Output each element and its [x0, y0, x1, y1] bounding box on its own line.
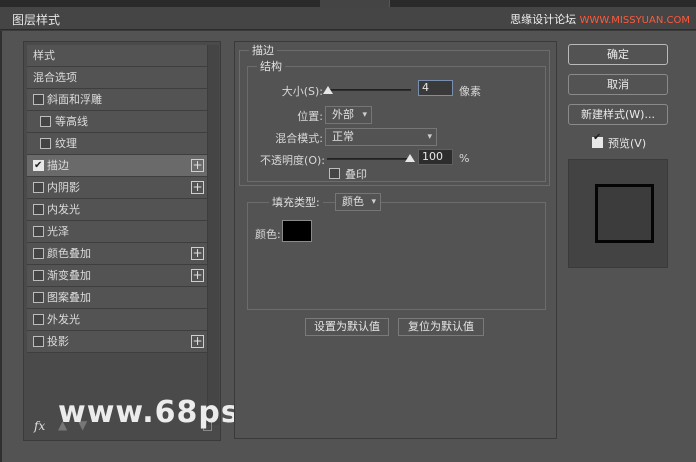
new-style-button[interactable]: 新建样式(W)... — [568, 104, 668, 125]
style-item-checkbox[interactable] — [33, 182, 44, 193]
opacity-label: 不透明度(O): — [260, 154, 325, 167]
stroke-section-title: 描边 — [249, 42, 277, 58]
opacity-slider-thumb[interactable] — [405, 154, 415, 162]
style-item-label: 样式 — [33, 49, 55, 62]
add-effect-icon[interactable]: + — [191, 159, 204, 172]
style-item-checkbox[interactable] — [33, 314, 44, 325]
style-item-label: 斜面和浮雕 — [47, 93, 102, 106]
stroke-color-swatch[interactable] — [282, 220, 312, 242]
style-item[interactable]: 渐变叠加 + — [27, 265, 207, 287]
fill-type-label: 填充类型: — [269, 194, 323, 210]
title-bar: 图层样式 思缘设计论坛 WWW.MISSYUAN.COM — [0, 7, 696, 30]
add-effect-icon[interactable]: + — [191, 247, 204, 260]
style-item-checkbox[interactable] — [33, 155, 44, 176]
blend-mode-value: 正常 — [332, 130, 354, 143]
style-item-checkbox[interactable] — [40, 138, 51, 149]
top-strip — [0, 0, 696, 7]
reset-default-button[interactable]: 复位为默认值 — [398, 318, 484, 336]
style-item[interactable]: 外发光 — [27, 309, 207, 331]
structure-title: 结构 — [257, 58, 285, 74]
watermark-en: WWW.MISSYUAN.COM — [579, 15, 690, 26]
layer-style-dialog: 样式混合选项斜面和浮雕等高线纹理描边+内阴影+内发光光泽颜色叠加+渐变叠加+图案… — [0, 31, 696, 462]
preview-thumbnail — [595, 184, 654, 243]
dialog-title: 图层样式 — [12, 13, 61, 27]
style-list-scrollbar[interactable] — [207, 45, 219, 425]
style-item-checkbox[interactable] — [33, 204, 44, 215]
style-item[interactable]: 投影 + — [27, 331, 207, 353]
style-item[interactable]: 图案叠加 — [27, 287, 207, 309]
opacity-input[interactable]: 100 — [418, 149, 453, 165]
background-tab-fragment — [320, 0, 390, 7]
style-item[interactable]: 等高线 — [27, 111, 207, 133]
style-item-checkbox[interactable] — [33, 270, 44, 281]
style-item-label: 纹理 — [55, 137, 77, 150]
overprint-checkbox[interactable] — [329, 168, 340, 179]
ok-button[interactable]: 确定 — [568, 44, 668, 65]
fill-type-dropdown[interactable]: 颜色 ▾ — [335, 193, 381, 211]
style-item-label: 混合选项 — [33, 71, 77, 84]
add-effect-icon[interactable]: + — [191, 335, 204, 348]
style-item[interactable]: 光泽 — [27, 221, 207, 243]
style-item[interactable]: 样式 — [27, 45, 207, 67]
size-slider-track[interactable] — [327, 89, 411, 91]
style-item-label: 等高线 — [55, 115, 88, 128]
style-item-label: 内阴影 — [47, 181, 80, 194]
style-item-checkbox[interactable] — [33, 226, 44, 237]
blend-mode-label: 混合模式: — [275, 132, 323, 145]
chevron-down-icon: ▾ — [362, 110, 367, 120]
style-item-label: 外发光 — [47, 313, 80, 326]
fill-group — [247, 202, 546, 310]
style-item[interactable]: 纹理 — [27, 133, 207, 155]
size-slider-thumb[interactable] — [323, 86, 333, 94]
size-label: 大小(S): — [281, 85, 323, 98]
size-input[interactable]: 4 — [418, 80, 453, 96]
style-item[interactable]: 混合选项 — [27, 67, 207, 89]
style-item-checkbox[interactable] — [33, 94, 44, 105]
size-unit: 像素 — [459, 85, 481, 98]
style-item-label: 光泽 — [47, 225, 69, 238]
style-item[interactable]: 描边 + — [27, 155, 207, 177]
preview-checkbox[interactable] — [592, 132, 603, 148]
opacity-unit: % — [459, 152, 470, 165]
style-item-label: 颜色叠加 — [47, 247, 91, 260]
preview-label: 预览(V) — [608, 137, 647, 150]
add-effect-icon[interactable]: + — [191, 181, 204, 194]
style-item-label: 内发光 — [47, 203, 80, 216]
style-list: 样式混合选项斜面和浮雕等高线纹理描边 + 内阴影 + 内发光光泽颜色叠加 + 渐变叠加 + 图案… — [27, 45, 207, 353]
style-item-label: 渐变叠加 — [47, 269, 91, 282]
cancel-button[interactable]: 取消 — [568, 74, 668, 95]
style-item[interactable]: 斜面和浮雕 — [27, 89, 207, 111]
style-item-checkbox[interactable] — [40, 116, 51, 127]
opacity-slider-track[interactable] — [327, 158, 411, 160]
style-item-label: 图案叠加 — [47, 291, 91, 304]
set-default-button[interactable]: 设置为默认值 — [305, 318, 389, 336]
color-label: 颜色: — [255, 228, 281, 241]
style-item-label: 投影 — [47, 335, 69, 348]
style-item-checkbox[interactable] — [33, 292, 44, 303]
style-list-panel: 样式混合选项斜面和浮雕等高线纹理描边 + 内阴影 + 内发光光泽颜色叠加 + 渐变叠加 + 图案… — [23, 41, 221, 441]
style-item-label: 描边 — [47, 159, 69, 172]
style-item-checkbox[interactable] — [33, 248, 44, 259]
fx-button[interactable]: fx — [34, 419, 45, 433]
add-effect-icon[interactable]: + — [191, 269, 204, 282]
forum-watermark: 思缘设计论坛 WWW.MISSYUAN.COM — [510, 11, 690, 27]
style-item[interactable]: 颜色叠加 + — [27, 243, 207, 265]
chevron-down-icon: ▾ — [427, 132, 432, 142]
style-item-checkbox[interactable] — [33, 336, 44, 347]
style-item[interactable]: 内发光 — [27, 199, 207, 221]
style-preview — [568, 159, 668, 268]
position-dropdown[interactable]: 外部 ▾ — [325, 106, 372, 124]
watermark-cn: 思缘设计论坛 — [510, 13, 577, 26]
fill-type-value: 颜色 — [342, 195, 364, 208]
position-value: 外部 — [332, 108, 354, 121]
stroke-settings-panel: 描边 结构 大小(S): 4 像素 位置: 外部 ▾ 混合模式: 正常 ▾ 不透明度… — [234, 41, 557, 439]
chevron-down-icon: ▾ — [371, 197, 376, 207]
blend-mode-dropdown[interactable]: 正常 ▾ — [325, 128, 437, 146]
overprint-label: 叠印 — [345, 168, 367, 181]
style-item[interactable]: 内阴影 + — [27, 177, 207, 199]
position-label: 位置: — [297, 110, 323, 123]
